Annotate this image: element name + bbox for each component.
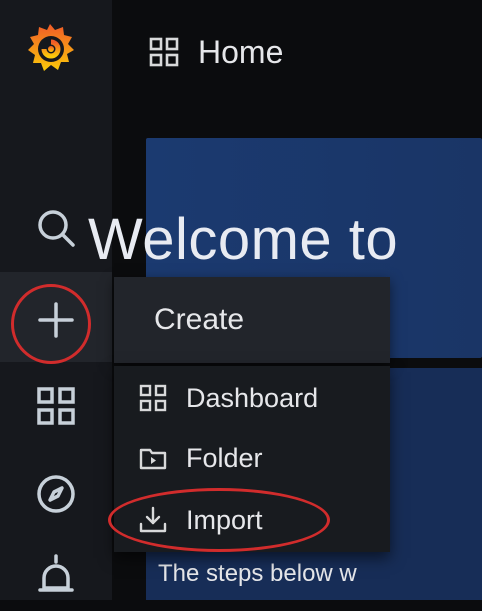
menu-item-folder[interactable]: Folder bbox=[138, 438, 263, 478]
welcome-heading: Welcome to bbox=[88, 207, 399, 272]
folder-plus-icon bbox=[139, 448, 167, 470]
menu-item-label: Folder bbox=[186, 442, 263, 473]
page-header: Home bbox=[148, 28, 283, 76]
menu-item-dashboard[interactable]: Dashboard bbox=[138, 378, 318, 418]
steps-text: The steps below w bbox=[158, 560, 357, 587]
grafana-logo-icon[interactable] bbox=[20, 18, 80, 78]
annotation-oval bbox=[108, 488, 330, 552]
bell-icon[interactable] bbox=[28, 550, 84, 606]
create-menu-header[interactable]: Create bbox=[114, 277, 390, 363]
sidebar bbox=[0, 0, 112, 600]
compass-icon[interactable] bbox=[28, 466, 84, 522]
menu-item-label: Dashboard bbox=[186, 382, 319, 413]
annotation-circle bbox=[11, 284, 91, 364]
create-menu-title: Create bbox=[154, 303, 245, 336]
dashboards-grid-icon bbox=[148, 36, 180, 68]
page-title: Home bbox=[198, 33, 284, 70]
grid-icon[interactable] bbox=[28, 378, 84, 434]
apps-icon bbox=[139, 384, 167, 412]
search-icon[interactable] bbox=[28, 200, 84, 256]
